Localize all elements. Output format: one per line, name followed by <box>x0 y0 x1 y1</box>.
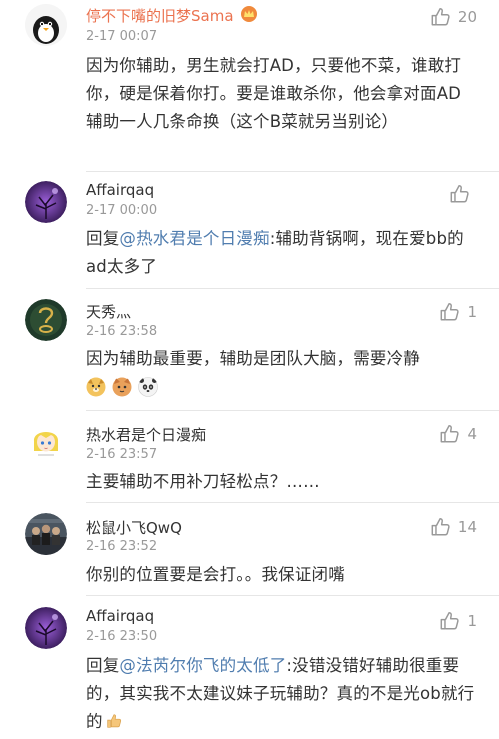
avatar-dark-emblem-icon <box>25 299 67 341</box>
avatar[interactable] <box>25 513 67 555</box>
author-name[interactable]: Affairqaq <box>86 181 154 199</box>
avatar[interactable] <box>25 419 67 461</box>
comment-text: 因为辅助最重要，辅助是团队大脑，需要冷静 <box>86 349 420 368</box>
author-name[interactable]: 热水君是个日漫痴 <box>86 424 206 445</box>
mention-link[interactable]: @法芮尔你飞的太低了 <box>119 656 286 675</box>
reply-prefix: 回复 <box>86 229 120 248</box>
like-count: 1 <box>467 303 477 321</box>
comment-text: 回复@热水君是个日漫痴:辅助背锅啊，现在爱bb的ad太多了 <box>86 225 475 281</box>
like-count: 20 <box>457 8 477 26</box>
avatar-purple-tree-icon <box>25 607 67 649</box>
thumbs-up-icon <box>441 303 460 321</box>
like-count: 14 <box>457 518 477 536</box>
like-button[interactable]: 14 <box>430 516 477 538</box>
thumbs-up-icon <box>450 185 469 203</box>
avatar[interactable] <box>25 4 67 46</box>
author-name[interactable]: 松鼠小飞QwQ <box>86 517 182 538</box>
thumbs-up-icon <box>431 8 450 26</box>
avatar-group-photo-icon <box>25 513 67 555</box>
reply-prefix: 回复 <box>86 656 120 675</box>
author-name[interactable]: 天秀灬 <box>86 301 131 322</box>
comment-author[interactable]: 停不下嘴的旧梦Sama <box>86 5 258 26</box>
comment-text: 因为你辅助，男生就会打AD，只要他不菜，谁敢打你，硬是保着你打。要是谁敢杀你，他… <box>86 56 462 131</box>
comment-item: Affairqaq 2-16 23:50 1 回复@法芮尔你飞的太低了:没错没错… <box>0 596 499 739</box>
panda-emoji-icon <box>138 377 158 397</box>
like-button[interactable]: 20 <box>430 6 477 28</box>
comment-time: 2-17 00:00 <box>86 203 158 218</box>
comment-time: 2-16 23:52 <box>86 539 158 554</box>
like-count: 4 <box>467 425 477 443</box>
like-button[interactable]: 1 <box>439 610 477 632</box>
comment-item: 天秀灬 2-16 23:58 1 因为辅助最重要，辅助是团队大脑，需要冷静 <box>0 289 499 409</box>
like-button[interactable] <box>449 183 477 205</box>
avatar[interactable] <box>25 607 67 649</box>
comment-time: 2-16 23:57 <box>86 447 158 462</box>
dog-emoji-icon <box>86 377 106 397</box>
avatar-penguin-icon <box>25 4 67 46</box>
mention-link[interactable]: @热水君是个日漫痴 <box>119 229 269 248</box>
vip-crown-icon <box>241 6 258 22</box>
thumbs-up-icon <box>441 612 460 630</box>
comment-text: 主要辅助不用补刀轻松点？…… <box>86 472 320 491</box>
comment-text: 你别的位置要是会打。。我保证闭嘴 <box>86 565 345 584</box>
comment-item: 松鼠小飞QwQ 2-16 23:52 14 你别的位置要是会打。。我保证闭嘴 <box>0 503 499 593</box>
avatar[interactable] <box>25 299 67 341</box>
cat-emoji-icon <box>112 377 132 397</box>
comment-item: 热水君是个日漫痴 2-16 23:57 4 主要辅助不用补刀轻松点？…… <box>0 411 499 499</box>
comment-item: 停不下嘴的旧梦Sama 2-17 00:07 20 因为你辅助，男生就会打AD，… <box>0 0 499 162</box>
like-button[interactable]: 1 <box>439 301 477 323</box>
comment-time: 2-16 23:50 <box>86 629 158 644</box>
thumbs-up-icon <box>431 518 450 536</box>
comment-time: 2-17 00:07 <box>86 29 158 44</box>
comment-item: Affairqaq 2-17 00:00 回复@热水君是个日漫痴:辅助背锅啊，现… <box>0 172 499 284</box>
avatar-anime-girl-icon <box>25 419 67 461</box>
like-button[interactable]: 4 <box>439 423 477 445</box>
avatar[interactable] <box>25 181 67 223</box>
author-name[interactable]: 停不下嘴的旧梦Sama <box>86 7 234 25</box>
thumbs-up-icon <box>441 425 460 443</box>
like-count: 1 <box>467 612 477 630</box>
comment-time: 2-16 23:58 <box>86 324 158 339</box>
author-name[interactable]: Affairqaq <box>86 607 154 625</box>
avatar-purple-tree-icon <box>25 181 67 223</box>
comment-text: 回复@法芮尔你飞的太低了:没错没错好辅助很重要的，其实我不太建议妹子玩辅助？真的… <box>86 652 475 736</box>
thumbs-emoji-icon <box>107 714 121 728</box>
emoji-row <box>86 377 158 397</box>
